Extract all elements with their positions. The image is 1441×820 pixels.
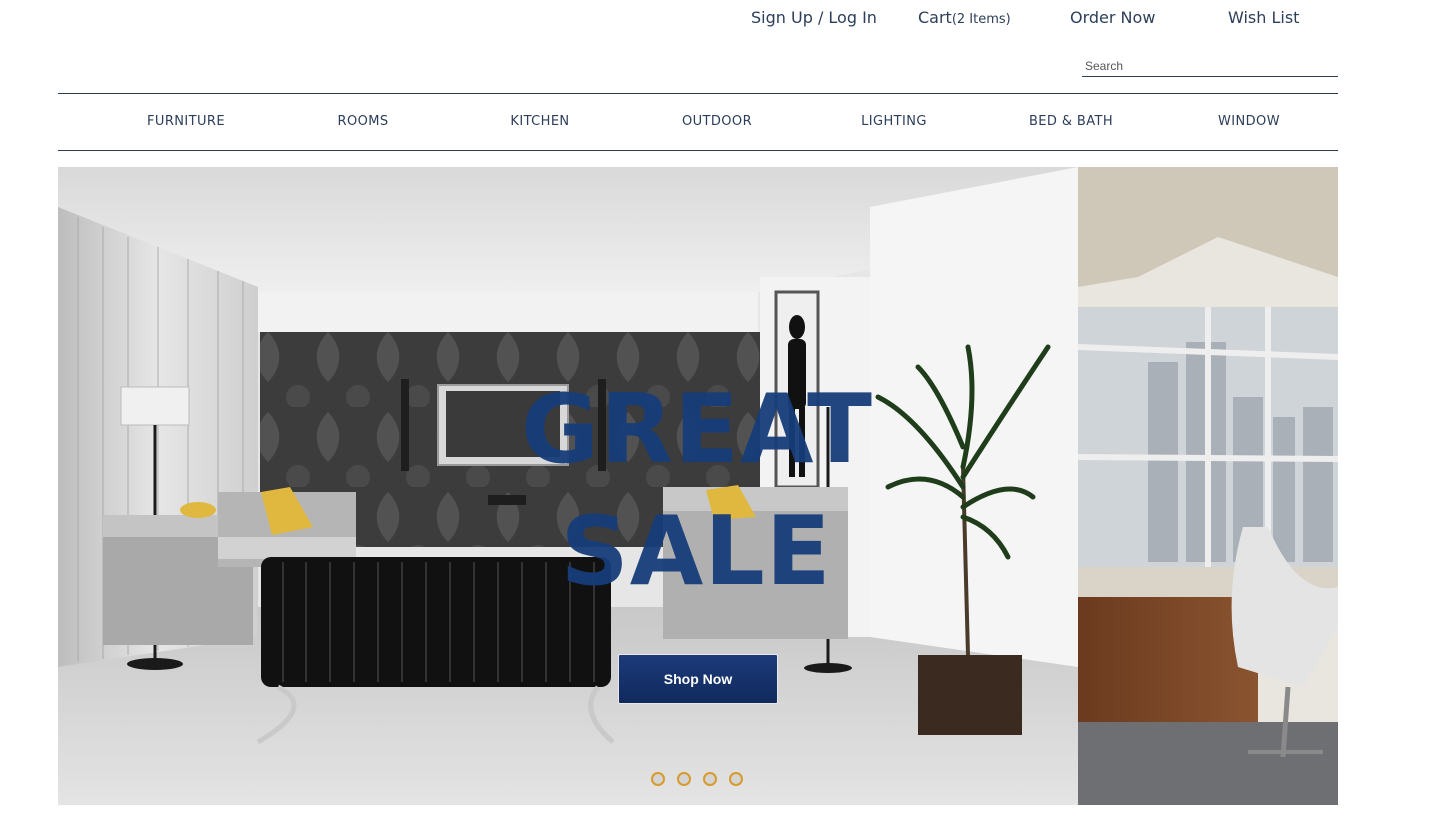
nav-item-kitchen[interactable]: KITCHEN bbox=[510, 114, 569, 129]
search-box bbox=[1082, 56, 1338, 77]
nav-item-bed-bath[interactable]: BED & BATH bbox=[1029, 114, 1113, 129]
signup-login-link[interactable]: Sign Up / Log In bbox=[751, 8, 877, 27]
category-nav: FURNITURE ROOMS KITCHEN OUTDOOR LIGHTING… bbox=[58, 93, 1338, 151]
slider-dots bbox=[651, 772, 743, 786]
slider-dot-2[interactable] bbox=[677, 772, 691, 786]
order-now-link[interactable]: Order Now bbox=[1070, 8, 1155, 27]
search-input[interactable] bbox=[1082, 56, 1338, 75]
hero-slider: GREAT SALE Shop Now bbox=[58, 167, 1338, 805]
headline-line-2: SALE bbox=[560, 497, 832, 607]
headline-line-1: GREAT bbox=[521, 375, 873, 485]
nav-item-rooms[interactable]: ROOMS bbox=[338, 114, 389, 129]
slider-dot-1[interactable] bbox=[651, 772, 665, 786]
nav-item-furniture[interactable]: FURNITURE bbox=[147, 114, 225, 129]
nav-item-outdoor[interactable]: OUTDOOR bbox=[682, 114, 752, 129]
hero-headline: GREAT SALE bbox=[521, 369, 873, 613]
wish-list-link[interactable]: Wish List bbox=[1228, 8, 1299, 27]
slider-dot-4[interactable] bbox=[729, 772, 743, 786]
nav-item-lighting[interactable]: LIGHTING bbox=[861, 114, 927, 129]
top-links: Sign Up / Log In Cart(2 Items) Order Now… bbox=[0, 8, 1441, 30]
slider-dot-3[interactable] bbox=[703, 772, 717, 786]
cart-label: Cart bbox=[918, 8, 952, 27]
shop-now-button[interactable]: Shop Now bbox=[618, 654, 778, 704]
nav-item-window[interactable]: WINDOW bbox=[1218, 114, 1280, 129]
cart-count: (2 Items) bbox=[951, 12, 1011, 27]
cart-link[interactable]: Cart(2 Items) bbox=[918, 8, 1011, 27]
